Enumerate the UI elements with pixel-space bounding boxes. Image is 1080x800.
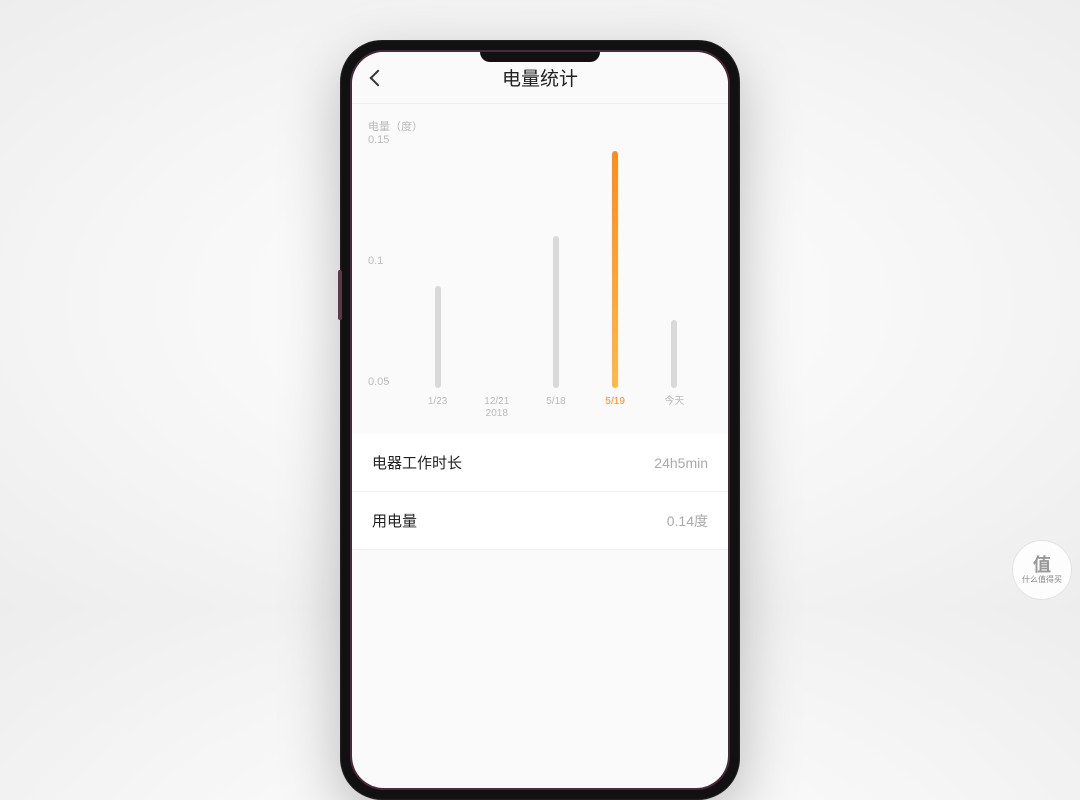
bar-column[interactable]: 12/212018 xyxy=(477,388,517,424)
bar xyxy=(435,286,441,388)
chart-area: 电量（度） 0.15 0.1 0.05 1/23 12/212018 5/18 5/1… xyxy=(352,104,728,434)
back-arrow-icon xyxy=(370,69,387,86)
back-button[interactable] xyxy=(366,66,390,90)
phone-inner: 电量统计 电量（度） 0.15 0.1 0.05 1/23 12/212018 5/… xyxy=(350,50,730,790)
bar xyxy=(671,320,677,388)
bar xyxy=(612,151,618,388)
y-axis: 0.15 0.1 0.05 xyxy=(368,134,400,424)
bar-column[interactable]: 今天 xyxy=(654,320,694,424)
row-value: 24h5min xyxy=(654,455,708,471)
y-tick: 0.1 xyxy=(368,255,400,267)
stats-list: 电器工作时长 24h5min 用电量 0.14度 xyxy=(352,434,728,550)
x-axis-label: 今天 xyxy=(664,396,684,424)
app-screen: 电量统计 电量（度） 0.15 0.1 0.05 1/23 12/212018 5/… xyxy=(352,52,728,788)
stat-row-work-duration[interactable]: 电器工作时长 24h5min xyxy=(352,434,728,492)
bar-column[interactable]: 1/23 xyxy=(418,286,458,424)
chart-unit-label: 电量（度） xyxy=(368,118,712,134)
badge-glyph: 值 xyxy=(1033,556,1051,576)
bar-column[interactable]: 5/18 xyxy=(536,236,576,424)
x-axis-label: 1/23 xyxy=(428,396,447,424)
stat-row-usage[interactable]: 用电量 0.14度 xyxy=(352,492,728,550)
badge-text: 什么值得买 xyxy=(1022,576,1062,585)
bars-container: 1/23 12/212018 5/18 5/19 今天 xyxy=(400,134,712,424)
notch xyxy=(480,52,600,62)
x-axis-label: 5/19 xyxy=(605,396,624,424)
bar xyxy=(553,236,559,388)
x-axis-label: 12/212018 xyxy=(484,396,509,424)
phone-frame: 电量统计 电量（度） 0.15 0.1 0.05 1/23 12/212018 5/… xyxy=(340,40,740,800)
y-tick: 0.15 xyxy=(368,134,400,146)
x-axis-label: 5/18 xyxy=(546,396,565,424)
row-value: 0.14度 xyxy=(667,511,708,531)
row-label: 用电量 xyxy=(372,510,417,531)
bar-chart: 0.15 0.1 0.05 1/23 12/212018 5/18 5/19 今天 xyxy=(368,134,712,424)
y-tick: 0.05 xyxy=(368,376,400,388)
bar-column[interactable]: 5/19 xyxy=(595,151,635,424)
page-title: 电量统计 xyxy=(502,64,578,91)
row-label: 电器工作时长 xyxy=(372,452,462,473)
watermark-badge: 值 什么值得买 xyxy=(1012,540,1072,600)
